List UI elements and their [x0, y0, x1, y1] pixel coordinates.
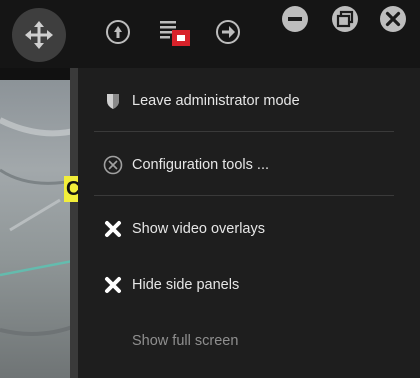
blank-icon-slot [102, 330, 124, 352]
shield-icon [102, 90, 124, 112]
move-button[interactable] [12, 8, 66, 62]
menu-item-label: Configuration tools ... [132, 157, 270, 173]
menu-item-label: Hide side panels [132, 277, 240, 293]
alarm-list-button[interactable] [156, 16, 196, 48]
restore-icon [332, 6, 358, 32]
menu-item-hide-side-panels[interactable]: Hide side panels [78, 266, 398, 304]
minimize-button[interactable] [280, 4, 310, 34]
forward-button[interactable] [214, 18, 242, 46]
minimize-icon [282, 6, 308, 32]
move-icon [25, 21, 53, 49]
video-preview[interactable] [0, 80, 78, 378]
close-button[interactable] [378, 4, 408, 34]
menu-item-label: Show full screen [132, 333, 239, 349]
menu-item-show-video-overlays[interactable]: Show video overlays [78, 210, 398, 248]
menu-item-configuration-tools[interactable]: Configuration tools ... [78, 146, 398, 184]
x-check-icon [102, 218, 124, 240]
panel-divider [70, 68, 78, 378]
menu-item-label: Leave administrator mode [132, 93, 300, 109]
forward-icon [216, 20, 240, 44]
alarm-list-icon [160, 21, 190, 46]
tools-icon [102, 154, 124, 176]
context-menu: Leave administrator mode Configuration t… [78, 68, 420, 378]
x-check-icon [102, 274, 124, 296]
info-button[interactable] [104, 18, 132, 46]
restore-button[interactable] [330, 4, 360, 34]
top-toolbar [0, 0, 420, 68]
menu-item-show-full-screen[interactable]: Show full screen [78, 322, 398, 360]
close-icon [380, 6, 406, 32]
menu-divider [94, 195, 394, 196]
menu-item-label: Show video overlays [132, 221, 265, 237]
info-icon [106, 20, 130, 44]
menu-divider [94, 131, 394, 132]
menu-item-leave-admin[interactable]: Leave administrator mode [78, 82, 398, 120]
video-scene [0, 117, 78, 336]
